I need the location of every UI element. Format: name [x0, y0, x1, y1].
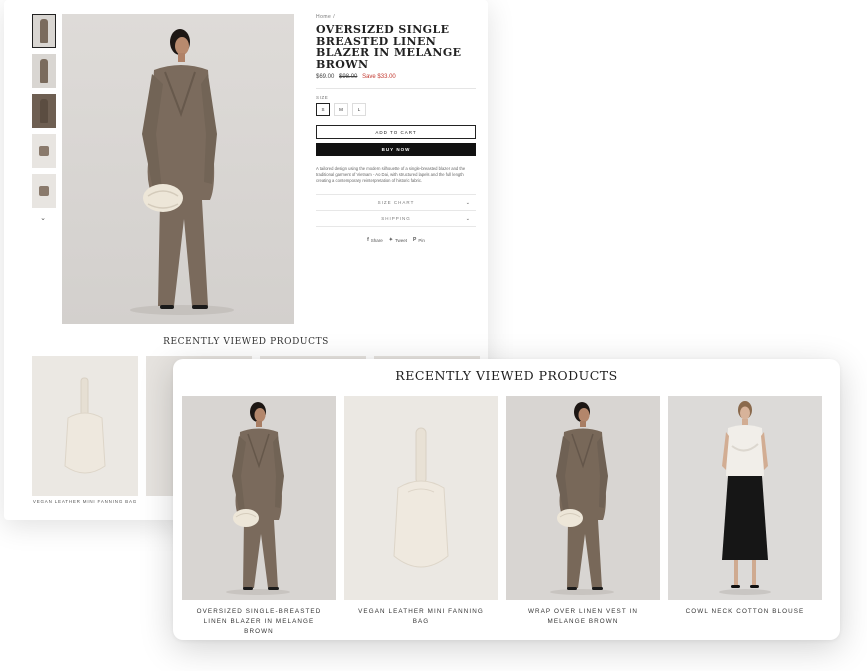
product-name[interactable]: VEGAN LEATHER MINI FANNING BAG — [344, 607, 498, 627]
pinterest-icon: P — [413, 237, 417, 243]
accordion-label: SHIPPING — [381, 216, 411, 221]
twitter-icon: ✦ — [388, 237, 393, 243]
product-image-bag — [32, 356, 138, 496]
chevron-down-icon: ⌄ — [465, 215, 471, 222]
thumbnail-strip: ⌄ — [32, 14, 58, 222]
accordion-shipping[interactable]: SHIPPING ⌄ — [316, 210, 476, 227]
thumbnail-2[interactable] — [32, 54, 56, 88]
facebook-icon: f — [367, 237, 369, 243]
size-option-l[interactable]: L — [352, 103, 366, 116]
recent-card-bg[interactable]: VEGAN LEATHER MINI FANNING BAG — [32, 356, 138, 507]
recently-viewed-heading-bg: RECENTLY VIEWED PRODUCTS — [163, 337, 329, 347]
product-image-bag[interactable] — [344, 396, 498, 600]
share-twitter[interactable]: ✦ Tweet — [389, 237, 407, 243]
product-card-blazer[interactable]: OVERSIZED SINGLE-BREASTED LINEN BLAZER I… — [182, 396, 336, 637]
main-product-photo — [62, 14, 294, 324]
recent-card-caption: VEGAN LEATHER MINI FANNING BAG — [32, 499, 138, 504]
share-row: f Share ✦ Tweet P Pin — [316, 237, 476, 243]
size-selector: S M L — [316, 103, 476, 116]
thumbnail-5[interactable] — [32, 174, 56, 208]
share-pinterest[interactable]: P Pin — [413, 237, 425, 243]
share-label: Share — [370, 237, 383, 243]
chevron-down-icon: ⌄ — [465, 199, 471, 206]
buy-now-button[interactable]: BUY NOW — [316, 143, 476, 156]
share-facebook[interactable]: f Share — [367, 237, 383, 243]
accordion-size-chart[interactable]: SIZE CHART ⌄ — [316, 194, 476, 210]
pin-label: Pin — [418, 237, 425, 243]
size-option-s[interactable]: S — [316, 103, 330, 116]
product-card-blouse[interactable]: COWL NECK COTTON BLOUSE — [668, 396, 822, 637]
thumbnail-1[interactable] — [32, 14, 56, 48]
price-row: $69.00 $98.00 Save $33.00 — [316, 74, 476, 80]
product-card-vest[interactable]: WRAP OVER LINEN VEST IN MELANGE BROWN — [506, 396, 660, 637]
product-card-bag[interactable]: VEGAN LEATHER MINI FANNING BAG — [344, 396, 498, 637]
recently-viewed-card: RECENTLY VIEWED PRODUCTS OVERSIZED SINGL… — [173, 359, 840, 640]
thumbnail-3[interactable] — [32, 94, 56, 128]
compare-price: $98.00 — [339, 74, 358, 80]
size-label: SIZE — [316, 95, 329, 100]
product-image-vest[interactable] — [506, 396, 660, 600]
save-badge: Save $33.00 — [362, 74, 396, 80]
price: $69.00 — [316, 74, 335, 80]
recently-viewed-heading: RECENTLY VIEWED PRODUCTS — [395, 368, 618, 383]
divider — [316, 88, 476, 89]
product-name[interactable]: WRAP OVER LINEN VEST IN MELANGE BROWN — [506, 607, 660, 627]
product-name[interactable]: OVERSIZED SINGLE-BREASTED LINEN BLAZER I… — [182, 607, 336, 637]
accordion-label: SIZE CHART — [377, 200, 415, 205]
thumbnail-4[interactable] — [32, 134, 56, 168]
product-title: OVERSIZED SINGLE BREASTED LINEN BLAZER I… — [316, 23, 462, 71]
product-name[interactable]: COWL NECK COTTON BLOUSE — [668, 607, 822, 617]
recently-viewed-grid: OVERSIZED SINGLE-BREASTED LINEN BLAZER I… — [182, 396, 822, 637]
product-description: A tailored design using the modern silho… — [316, 166, 466, 183]
thumbnail-more-chevron-icon[interactable]: ⌄ — [32, 214, 54, 222]
tweet-label: Tweet — [395, 237, 408, 243]
product-info: Home / OVERSIZED SINGLE BREASTED LINEN B… — [316, 14, 476, 243]
size-option-m[interactable]: M — [334, 103, 348, 116]
product-image-blouse[interactable] — [668, 396, 822, 600]
add-to-cart-button[interactable]: ADD TO CART — [316, 125, 476, 139]
breadcrumb[interactable]: Home / — [316, 14, 476, 20]
product-image-blazer[interactable] — [182, 396, 336, 600]
